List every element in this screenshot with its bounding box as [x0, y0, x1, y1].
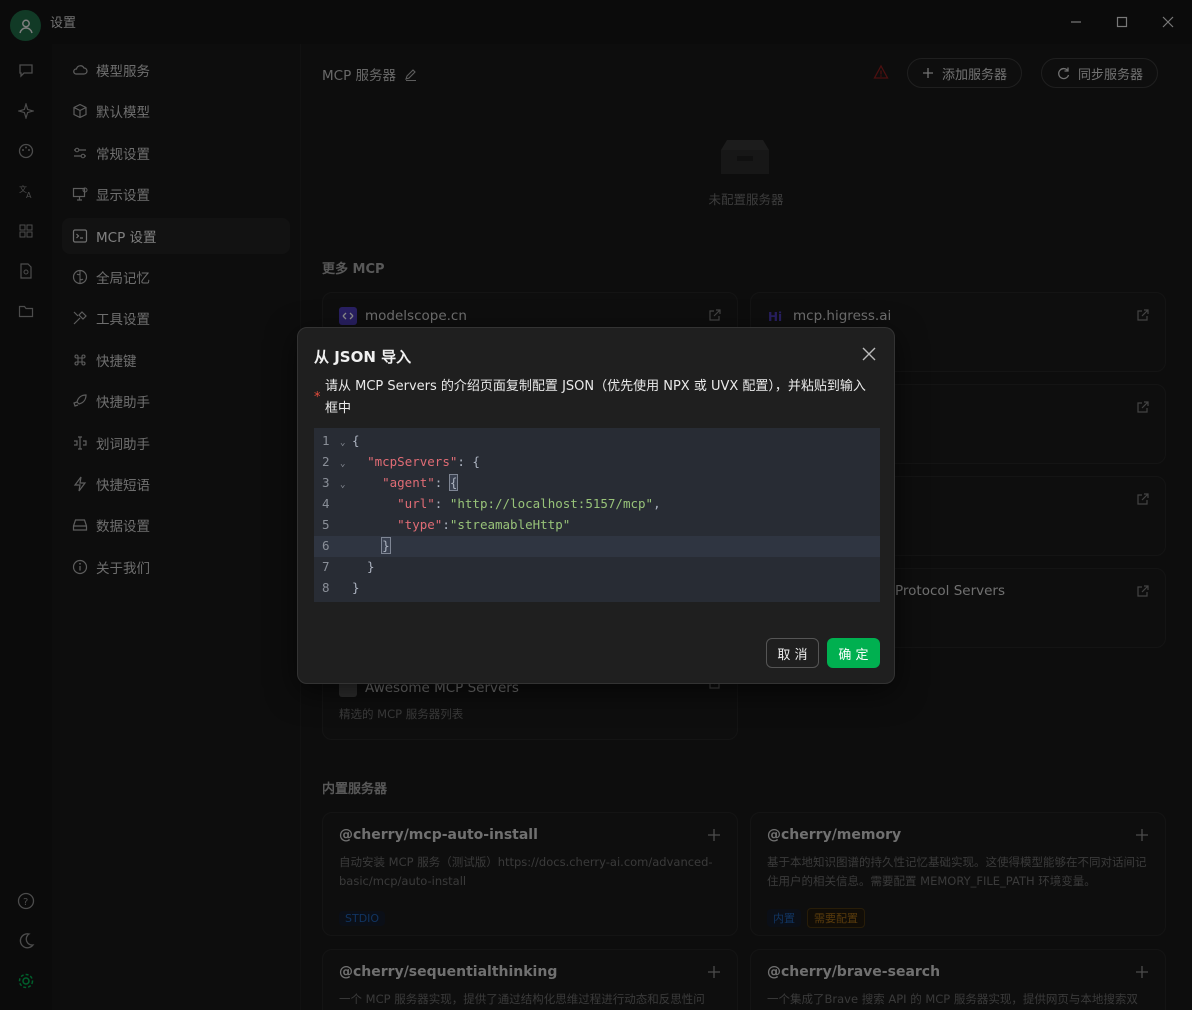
- fold-icon: ⌄: [340, 480, 346, 490]
- modal-instruction: 请从 MCP Servers 的介绍页面复制配置 JSON（优先使用 NPX 或…: [325, 379, 866, 416]
- json-code-editor[interactable]: 1 ⌄{ 2 ⌄ "mcpServers": { 3 ⌄ "agent": { 4 "…: [314, 428, 880, 602]
- code-line: 1 ⌄{: [314, 431, 880, 452]
- code-line: 2 ⌄ "mcpServers": {: [314, 452, 880, 473]
- cancel-button[interactable]: 取 消: [766, 638, 819, 668]
- app-window: 设置 文A ? 模型服务 默认模型 常规设置 显示设置 MCP 设置 全局记忆 …: [0, 0, 1192, 1010]
- modal-close-button[interactable]: [862, 346, 876, 365]
- modal-title: 从 JSON 导入: [314, 348, 412, 366]
- confirm-button[interactable]: 确 定: [827, 638, 880, 668]
- code-line: 7 }: [322, 559, 375, 574]
- close-icon: [862, 347, 876, 361]
- fold-icon: ⌄: [340, 438, 346, 448]
- code-line-active: 6 }: [314, 536, 880, 557]
- fold-icon: ⌄: [340, 459, 346, 469]
- required-mark: *: [314, 390, 321, 405]
- import-json-modal: 从 JSON 导入 * 请从 MCP Servers 的介绍页面复制配置 JSO…: [297, 327, 895, 684]
- code-line: 4 "url": "http://localhost:5157/mcp",: [322, 496, 661, 511]
- code-line: 5 "type":"streamableHttp": [322, 517, 571, 532]
- code-line: 8}: [322, 580, 360, 595]
- code-line: 3 ⌄ "agent": {: [314, 473, 880, 494]
